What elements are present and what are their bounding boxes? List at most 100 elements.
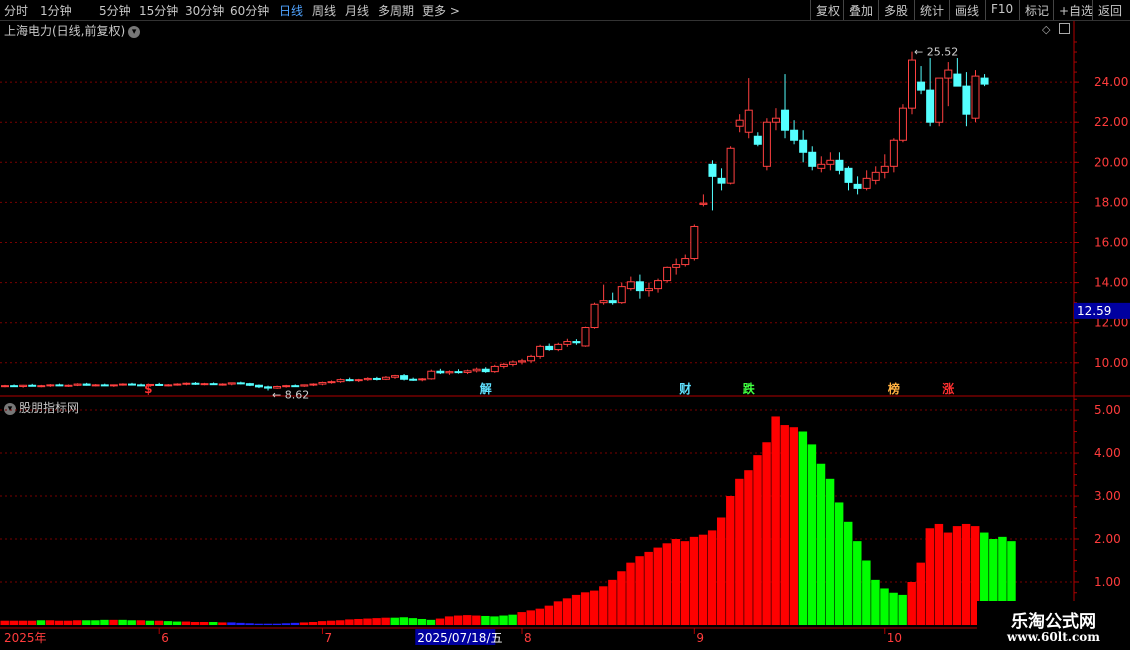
candle-body [953, 73, 962, 87]
y-tick-label: 2.00 [1094, 532, 1121, 546]
candle-body [454, 371, 463, 374]
candle-body [82, 383, 91, 386]
y-tick-label: 3.00 [1094, 489, 1121, 503]
indicator-bar [608, 579, 617, 625]
indicator-bar [726, 496, 735, 625]
indicator-bar [834, 502, 844, 625]
candle-body [28, 384, 37, 387]
indicator-bar [798, 431, 808, 625]
x-tick-label: 2025年 [4, 631, 47, 645]
indicator-bar [354, 618, 363, 625]
indicator-bar [961, 523, 971, 625]
indicator-bar [444, 616, 454, 625]
indicator-bar [154, 620, 164, 625]
indicator-bar [0, 620, 9, 625]
candle-body [10, 385, 19, 388]
indicator-bar [635, 556, 644, 625]
low-price-label: ← 8.62 [272, 388, 309, 401]
indicator-bar [925, 528, 935, 625]
indicator-bar [481, 615, 490, 625]
candle-body [654, 280, 663, 290]
indicator-bar [735, 478, 744, 625]
candle-body [572, 341, 581, 344]
candle-body [318, 381, 327, 385]
y-tick-label: 18.00 [1094, 195, 1128, 209]
indicator-bar [880, 588, 889, 625]
indicator-bar [580, 592, 590, 625]
indicator-bar [898, 594, 907, 625]
candle-body [155, 383, 164, 386]
candle-body [735, 119, 744, 127]
indicator-bar [272, 623, 282, 625]
candle-body [871, 171, 880, 181]
indicator-bar [653, 547, 662, 625]
watermark-title: 乐淘公式网 [1011, 612, 1096, 632]
indicator-bar [671, 539, 681, 625]
indicator-bar [63, 620, 73, 625]
indicator-bar [862, 560, 871, 625]
indicator-bar [544, 605, 554, 625]
candle-body [853, 183, 862, 189]
indicator-bar [453, 615, 463, 625]
indicator-bar [91, 620, 100, 625]
indicator-bar [816, 463, 826, 625]
candle-body [236, 382, 245, 385]
high-price-label: ← 25.52 [914, 46, 958, 59]
indicator-bar [472, 615, 481, 625]
candle-body [635, 281, 644, 292]
y-tick-label: 1.00 [1094, 575, 1121, 589]
candle-body [400, 375, 409, 380]
indicator-bar [236, 622, 245, 625]
candle-body [372, 377, 381, 380]
candle-body [626, 281, 635, 290]
event-marker: 跌 [743, 381, 756, 396]
indicator-bar [100, 619, 109, 625]
indicator-bar [299, 622, 309, 625]
indicator-bar [363, 618, 372, 625]
candle-body [581, 327, 590, 347]
y-tick-label: 10.00 [1094, 356, 1128, 370]
candle-body [109, 384, 118, 387]
indicator-bar [36, 620, 46, 625]
kline-chart[interactable]: 10.0012.0014.0016.0018.0020.0022.0024.00… [0, 0, 1130, 650]
indicator-bar [707, 530, 717, 625]
candle-body [717, 177, 726, 184]
y-tick-label: 24.00 [1094, 75, 1128, 89]
indicator-bar [200, 621, 209, 625]
candle-body [472, 368, 481, 372]
candle-body [100, 384, 109, 387]
candle-body [418, 378, 427, 381]
candle-body [762, 121, 771, 167]
candle-body [699, 202, 708, 205]
candle-body [690, 225, 699, 260]
candle-body [590, 303, 599, 329]
candle-body [227, 382, 236, 385]
candle-body [46, 384, 55, 387]
candle-body [182, 382, 191, 385]
candle-body [808, 151, 817, 167]
candle-body [309, 383, 318, 386]
candle-body [55, 384, 64, 387]
candle-body [282, 385, 291, 388]
candle-body [354, 379, 363, 382]
candle-body [826, 159, 835, 165]
indicator-bar [535, 608, 545, 625]
indicator-bar [952, 526, 962, 625]
candle-body [744, 109, 753, 133]
candle-body [726, 147, 735, 184]
candle-body [254, 384, 263, 388]
indicator-bar [871, 579, 880, 625]
candle-body [944, 69, 953, 79]
indicator-bar [853, 541, 862, 625]
indicator-bar [254, 623, 263, 625]
candle-body [209, 383, 218, 386]
indicator-bar [907, 582, 916, 625]
candle-body [599, 300, 608, 304]
candle-body [463, 370, 472, 373]
indicator-bar [789, 427, 799, 625]
x-tick-label: 8 [524, 631, 532, 645]
indicator-bar [82, 620, 91, 625]
candle-body [926, 89, 935, 123]
indicator-bar [326, 620, 336, 625]
indicator-bar [218, 622, 227, 625]
